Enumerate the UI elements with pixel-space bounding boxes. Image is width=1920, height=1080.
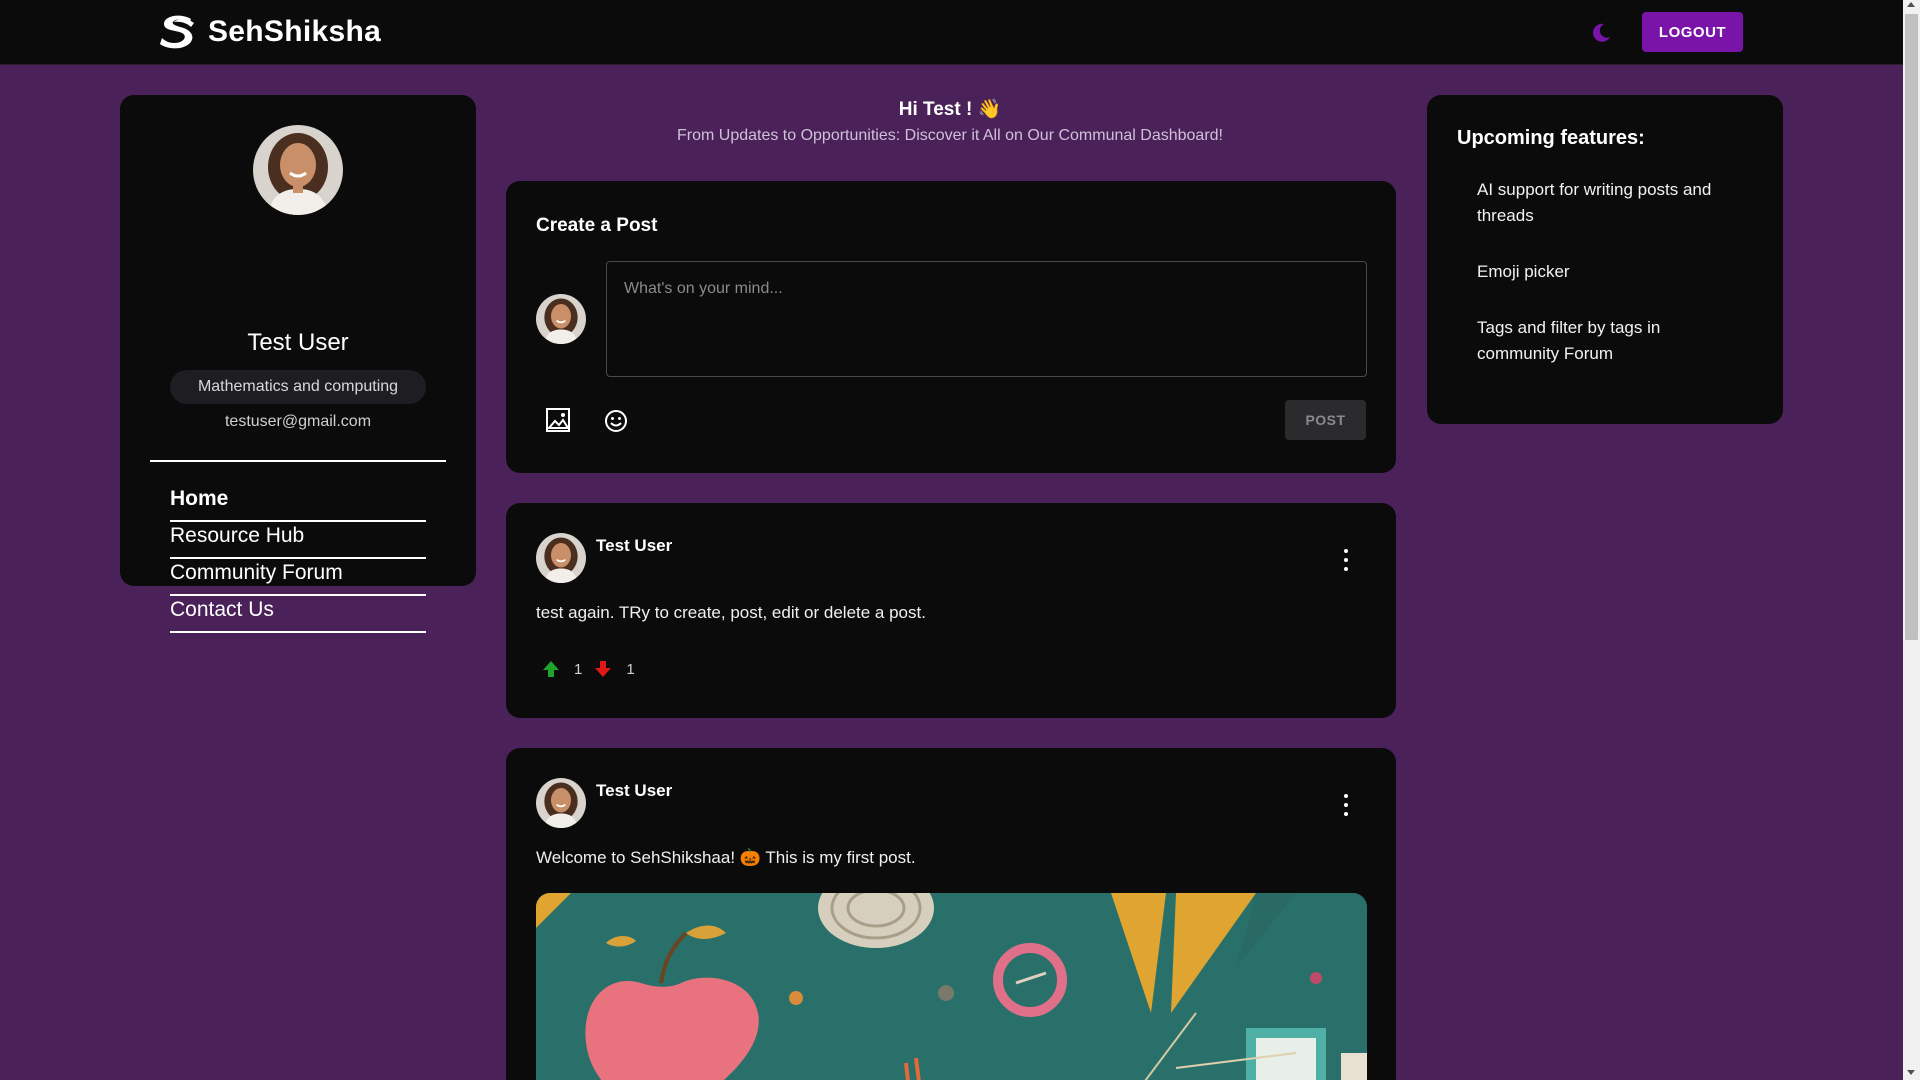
list-item: Emoji picker [1477,262,1570,281]
post-author: Test User [596,781,673,800]
scroll-up-arrow-icon[interactable] [1907,2,1915,7]
divider [150,460,446,462]
scroll-down-arrow-icon[interactable] [1907,1070,1915,1075]
profile-name: Test User [247,329,349,356]
post-text: test again. TRy to create, post, edit or… [536,603,926,622]
top-navbar: SehShiksha LOGOUT [0,0,1903,65]
upvote-arrow-icon[interactable] [542,660,560,678]
upvote-count: 1 [574,660,583,678]
moon-icon[interactable] [1589,21,1613,45]
post-author: Test User [596,536,673,555]
tagline: From Updates to Opportunities: Discover … [676,127,1223,144]
avatar [253,125,343,215]
profile-card: Test User Mathematics and computing test… [120,95,476,633]
logout-button[interactable]: LOGOUT [1642,12,1743,52]
post-text: Welcome to SehShikshaa! 🎃 This is my fir… [536,848,916,867]
features-list: AI support for writing posts and threads… [1477,177,1747,397]
create-post-title: Create a Post [536,215,658,236]
upcoming-features-card: Upcoming features: AI support for writin… [1427,95,1783,424]
avatar [536,778,586,828]
downvote-count: 1 [626,660,635,678]
sidebar-item-contact-us[interactable]: Contact Us [170,596,426,633]
profile-email: testuser@gmail.com [224,413,372,430]
downvote-arrow-icon[interactable] [594,660,612,678]
post-image [536,893,1367,1080]
emoji-icon[interactable] [602,407,630,435]
more-options-icon[interactable] [1336,792,1356,818]
create-post-card: Create a Post POST [506,181,1396,473]
more-options-icon[interactable] [1336,547,1356,573]
image-icon[interactable] [544,406,572,434]
sidebar-item-home[interactable]: Home [170,485,426,522]
features-title: Upcoming features: [1457,127,1645,149]
logo-icon [160,15,194,49]
brand[interactable]: SehShiksha [158,14,381,50]
greeting: Hi Test ! 👋 [898,99,1002,120]
post-card: Test User Welcome to SehShikshaa! 🎃 This… [506,748,1396,1080]
avatar [536,533,586,583]
sidebar-item-community-forum[interactable]: Community Forum [170,559,426,596]
brand-name: SehShiksha [208,15,382,48]
list-item: AI support for writing posts and threads [1477,180,1712,225]
list-item: Tags and filter by tags in community For… [1477,318,1661,363]
sidebar-item-resource-hub[interactable]: Resource Hub [170,522,426,559]
post-card: Test User test again. TRy to create, pos… [506,503,1396,718]
sidebar-nav: Home Resource Hub Community Forum Contac… [170,485,426,633]
department-badge: Mathematics and computing [170,370,426,404]
vote-row: 1 1 [542,659,647,679]
scrollbar[interactable] [1903,0,1920,1080]
avatar [536,294,586,344]
post-button[interactable]: POST [1285,400,1366,440]
scrollbar-thumb[interactable] [1905,14,1918,640]
post-input[interactable] [606,261,1367,377]
